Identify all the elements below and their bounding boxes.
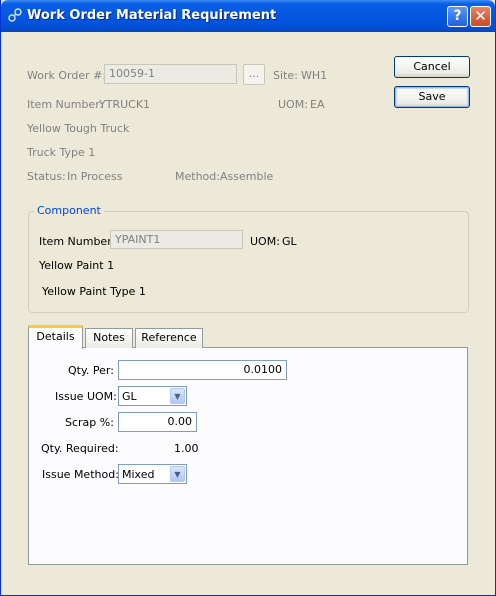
issue-uom-select[interactable]: GL ▼ <box>118 386 187 406</box>
window-title: Work Order Material Requirement <box>27 8 277 23</box>
tab-details[interactable]: Details <box>28 325 83 349</box>
scrap-field[interactable]: 0.00 <box>118 412 197 432</box>
chevron-down-icon[interactable]: ▼ <box>170 388 185 404</box>
tab-reference[interactable]: Reference <box>135 328 203 348</box>
chevron-down-icon[interactable]: ▼ <box>170 466 185 482</box>
uom-label: UOM: <box>278 98 308 111</box>
component-item-number-label: Item Number: <box>39 235 116 248</box>
close-button[interactable]: ✕ <box>470 6 491 27</box>
cancel-button[interactable]: Cancel <box>394 56 470 78</box>
issue-method-value: Mixed <box>122 468 155 481</box>
issue-method-label: Issue Method: <box>42 468 119 481</box>
item-description-1: Yellow Tough Truck <box>27 122 130 135</box>
method-label: Method: <box>175 170 220 183</box>
app-icon <box>8 8 22 22</box>
status-value: In Process <box>67 170 123 183</box>
item-number-value: YTRUCK1 <box>99 98 151 111</box>
work-order-browse-button[interactable]: ... <box>243 64 265 85</box>
issue-uom-value: GL <box>122 390 137 403</box>
site-value: WH1 <box>301 69 328 82</box>
method-value: Assemble <box>220 170 274 183</box>
title-bar[interactable]: Work Order Material Requirement ? ✕ <box>1 0 495 32</box>
component-description-1: Yellow Paint 1 <box>39 259 115 272</box>
qty-required-label: Qty. Required: <box>41 442 119 455</box>
item-description-2: Truck Type 1 <box>27 146 96 159</box>
component-uom-value: GL <box>282 235 297 248</box>
tab-notes[interactable]: Notes <box>85 328 133 348</box>
qty-required-value: 1.00 <box>174 442 199 455</box>
component-description-2: Yellow Paint Type 1 <box>42 285 146 298</box>
item-number-label: Item Number: <box>27 98 104 111</box>
save-button[interactable]: Save <box>394 86 470 108</box>
work-order-label: Work Order #: <box>27 69 107 82</box>
component-uom-label: UOM: <box>250 235 280 248</box>
qty-per-label: Qty. Per: <box>68 364 114 377</box>
qty-per-field[interactable]: 0.0100 <box>118 360 287 380</box>
issue-uom-label: Issue UOM: <box>55 390 117 403</box>
component-group-title: Component <box>34 204 104 217</box>
issue-method-select[interactable]: Mixed ▼ <box>118 464 187 484</box>
site-label: Site: <box>273 69 298 82</box>
dialog-window: Work Order Material Requirement ? ✕ Work… <box>0 0 496 596</box>
component-item-number-field[interactable]: YPAINT1 <box>110 230 243 249</box>
scrap-label: Scrap %: <box>65 416 114 429</box>
work-order-field[interactable]: 10059-1 <box>104 64 237 84</box>
status-label: Status: <box>27 170 66 183</box>
uom-value: EA <box>310 98 325 111</box>
help-button[interactable]: ? <box>447 6 468 27</box>
